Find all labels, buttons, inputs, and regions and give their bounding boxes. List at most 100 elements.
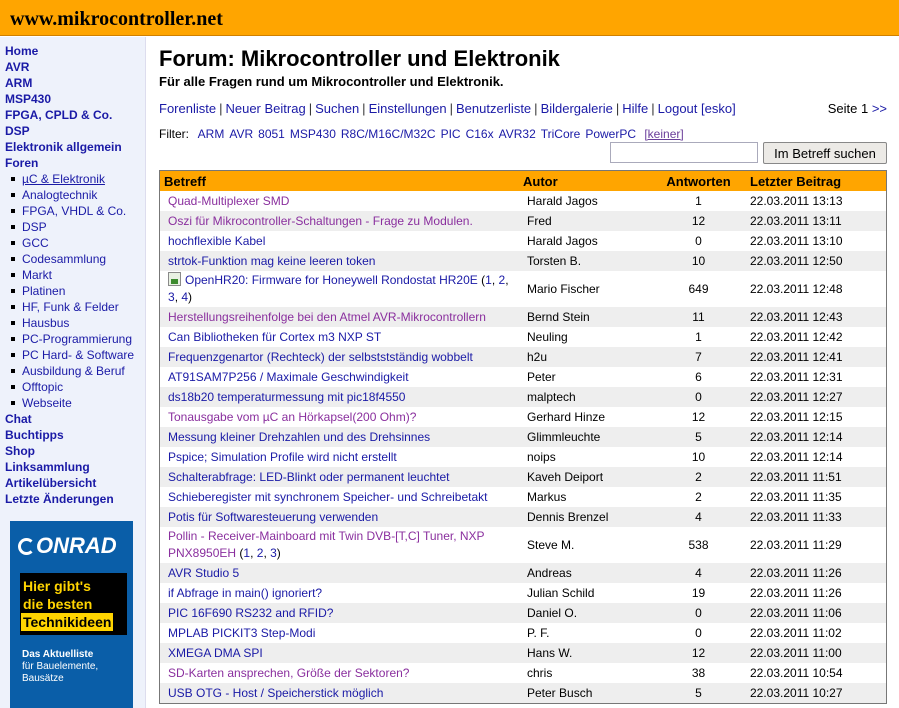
thread-subject-link[interactable]: Pollin - Receiver-Mainboard mit Twin DVB… — [168, 529, 484, 560]
sidebar-link-msp430[interactable]: MSP430 — [5, 92, 51, 106]
sidebar-forum-pc-programmierung[interactable]: PC-Programmierung — [22, 332, 132, 346]
thread-subject-link[interactable]: AVR Studio 5 — [168, 566, 239, 580]
thread-row[interactable]: Can Bibliotheken für Cortex m3 NXP ST Neu… — [160, 327, 887, 347]
sidebar-link-chat[interactable]: Chat — [5, 412, 32, 426]
thread-subject-link[interactable]: ds18b20 temperaturmessung mit pic18f4550 — [168, 390, 405, 404]
sidebar-link-fpga-cpld-co[interactable]: FPGA, CPLD & Co. — [5, 108, 112, 122]
sidebar-link-avr[interactable]: AVR — [5, 60, 29, 74]
filter-option[interactable]: MSP430 — [290, 127, 336, 141]
thread-row[interactable]: PIC 16F690 RS232 and RFID? Daniel O. 0 22.0… — [159, 603, 887, 623]
menu-link-4[interactable]: Benutzerliste — [456, 101, 531, 116]
thread-subject-link[interactable]: PIC 16F690 RS232 and RFID? — [168, 606, 333, 620]
thread-row[interactable]: ds18b20 temperaturmessung mit pic18f4550… — [159, 387, 887, 407]
thread-subject-link[interactable]: AT91SAM7P256 / Maximale Geschwindigkeit — [168, 370, 409, 384]
sidebar-forum-c-elektronik[interactable]: µC & Elektronik — [22, 172, 105, 186]
column-header-author[interactable]: Autor — [519, 170, 651, 191]
site-title[interactable]: www.mikrocontroller.net — [10, 8, 223, 31]
search-input[interactable] — [610, 142, 758, 163]
sidebar-link-home[interactable]: Home — [5, 44, 38, 58]
thread-row[interactable]: USB OTG - Host / Speicherstick möglich Pe… — [159, 683, 887, 704]
thread-row[interactable]: Oszi für Mikrocontroller-Schaltungen - F… — [159, 211, 887, 231]
sidebar-forum-markt[interactable]: Markt — [22, 268, 52, 282]
thread-row[interactable]: MPLAB PICKIT3 Step-Modi P. F. 0 22.03.2011 … — [160, 623, 887, 643]
sidebar-link-dsp[interactable]: DSP — [5, 124, 30, 138]
sidebar-forum-webseite[interactable]: Webseite — [22, 396, 72, 410]
thread-subject-link[interactable]: Herstellungsreihenfolge bei den Atmel AV… — [168, 310, 486, 324]
sidebar-forum-pc-hard-software[interactable]: PC Hard- & Software — [22, 348, 134, 362]
filter-none-link[interactable]: [keiner] — [644, 127, 683, 141]
sidebar-forum-analogtechnik[interactable]: Analogtechnik — [22, 188, 97, 202]
filter-option[interactable]: AVR32 — [499, 127, 536, 141]
sidebar-link-linksammlung[interactable]: Linksammlung — [5, 460, 90, 474]
thread-page-link[interactable]: 1 — [485, 273, 492, 287]
menu-link-3[interactable]: Einstellungen — [369, 101, 447, 116]
thread-row[interactable]: XMEGA DMA SPI Hans W. 12 22.03.2011 11:00 — [159, 643, 887, 663]
thread-row[interactable]: Tonausgabe vom µC an Hörkapsel(200 Ohm)?… — [160, 407, 887, 427]
thread-row[interactable]: Potis für Softwaresteuerung verwenden Den… — [159, 507, 887, 527]
thread-row[interactable]: Schalterabfrage: LED-Blinkt oder permane… — [159, 467, 887, 487]
sidebar-link-artikel-bersicht[interactable]: Artikelübersicht — [5, 476, 96, 490]
menu-link-6[interactable]: Hilfe — [622, 101, 648, 116]
menu-link-1[interactable]: Neuer Beitrag — [225, 101, 305, 116]
filter-option[interactable]: 8051 — [258, 127, 285, 141]
filter-option[interactable]: PIC — [441, 127, 461, 141]
thread-subject-link[interactable]: Messung kleiner Drehzahlen und des Drehs… — [168, 430, 430, 444]
thread-page-link[interactable]: 1 — [243, 546, 250, 560]
sidebar-forum-ausbildung-beruf[interactable]: Ausbildung & Beruf — [22, 364, 125, 378]
thread-row[interactable]: Quad-Multiplexer SMD Harald Jagos 1 22.03.2… — [160, 191, 887, 211]
thread-row[interactable]: if Abfrage in main() ignoriert? Julian Sc… — [160, 583, 887, 603]
sidebar-forum-hausbus[interactable]: Hausbus — [22, 316, 69, 330]
thread-row[interactable]: Pspice; Simulation Profile wird nicht er… — [160, 447, 887, 467]
sidebar-forum-fpga-vhdl-co[interactable]: FPGA, VHDL & Co. — [22, 204, 126, 218]
sidebar-link-shop[interactable]: Shop — [5, 444, 35, 458]
thread-row[interactable]: Pollin - Receiver-Mainboard mit Twin DVB… — [160, 527, 887, 563]
menu-link-7[interactable]: Logout [esko] — [658, 101, 736, 116]
column-header-last-post[interactable]: Letzter Beitrag — [746, 170, 887, 191]
sidebar-link-buchtipps[interactable]: Buchtipps — [5, 428, 64, 442]
thread-subject-link[interactable]: Potis für Softwaresteuerung verwenden — [168, 510, 378, 524]
filter-option[interactable]: PowerPC — [585, 127, 636, 141]
menu-link-5[interactable]: Bildergalerie — [541, 101, 613, 116]
thread-subject-link[interactable]: Frequenzgenartor (Rechteck) der selbstst… — [168, 350, 473, 364]
sidebar-link-elektronik-allgemein[interactable]: Elektronik allgemein — [5, 140, 122, 154]
sidebar-link-letzte-nderungen[interactable]: Letzte Änderungen — [5, 492, 114, 506]
filter-option[interactable]: ARM — [198, 127, 225, 141]
thread-page-link[interactable]: 3 — [270, 546, 277, 560]
thread-page-link[interactable]: 2 — [257, 546, 264, 560]
next-page-link[interactable]: >> — [872, 101, 887, 116]
thread-row[interactable]: hochflexible Kabel Harald Jagos 0 22.03.201… — [160, 231, 887, 251]
thread-row[interactable]: SD-Karten ansprechen, Größe der Sektoren… — [160, 663, 887, 683]
sidebar-forum-gcc[interactable]: GCC — [22, 236, 49, 250]
thread-page-link[interactable]: 2 — [499, 273, 506, 287]
thread-subject-link[interactable]: Tonausgabe vom µC an Hörkapsel(200 Ohm)? — [168, 410, 416, 424]
filter-option[interactable]: TriCore — [541, 127, 581, 141]
thread-subject-link[interactable]: USB OTG - Host / Speicherstick möglich — [168, 686, 383, 700]
thread-subject-link[interactable]: Can Bibliotheken für Cortex m3 NXP ST — [168, 330, 381, 344]
thread-subject-link[interactable]: Schieberegister mit synchronem Speicher-… — [168, 490, 488, 504]
sidebar-forum-offtopic[interactable]: Offtopic — [22, 380, 63, 394]
conrad-ad-banner[interactable]: ONRAD Hier gibt's die besten Technikidee… — [10, 521, 133, 708]
thread-row[interactable]: strtok-Funktion mag keine leeren token To… — [159, 251, 887, 271]
thread-subject-link[interactable]: Pspice; Simulation Profile wird nicht er… — [168, 450, 397, 464]
thread-subject-link[interactable]: strtok-Funktion mag keine leeren token — [168, 254, 375, 268]
sidebar-forum-dsp[interactable]: DSP — [22, 220, 47, 234]
sidebar-forum-codesammlung[interactable]: Codesammlung — [22, 252, 106, 266]
thread-row[interactable]: AT91SAM7P256 / Maximale Geschwindigkeit P… — [160, 367, 887, 387]
thread-subject-link[interactable]: hochflexible Kabel — [168, 234, 265, 248]
thread-subject-link[interactable]: Schalterabfrage: LED-Blinkt oder permane… — [168, 470, 450, 484]
thread-subject-link[interactable]: MPLAB PICKIT3 Step-Modi — [168, 626, 315, 640]
thread-row[interactable]: AVR Studio 5 Andreas 4 22.03.2011 11:26 — [159, 563, 887, 583]
sidebar-link-foren[interactable]: Foren — [5, 156, 38, 170]
thread-page-link[interactable]: 4 — [181, 290, 188, 304]
menu-link-2[interactable]: Suchen — [315, 101, 359, 116]
thread-subject-link[interactable]: SD-Karten ansprechen, Größe der Sektoren… — [168, 666, 409, 680]
thread-row[interactable]: Frequenzgenartor (Rechteck) der selbstst… — [159, 347, 887, 367]
thread-row[interactable]: Herstellungsreihenfolge bei den Atmel AV… — [159, 307, 887, 327]
menu-link-0[interactable]: Forenliste — [159, 101, 216, 116]
filter-option[interactable]: AVR — [229, 127, 253, 141]
thread-subject-link[interactable]: Quad-Multiplexer SMD — [168, 194, 289, 208]
sidebar-forum-hf-funk-felder[interactable]: HF, Funk & Felder — [22, 300, 119, 314]
thread-row[interactable]: Messung kleiner Drehzahlen und des Drehs… — [159, 427, 887, 447]
search-subject-button[interactable]: Im Betreff suchen — [763, 142, 887, 164]
filter-option[interactable]: C16x — [466, 127, 494, 141]
